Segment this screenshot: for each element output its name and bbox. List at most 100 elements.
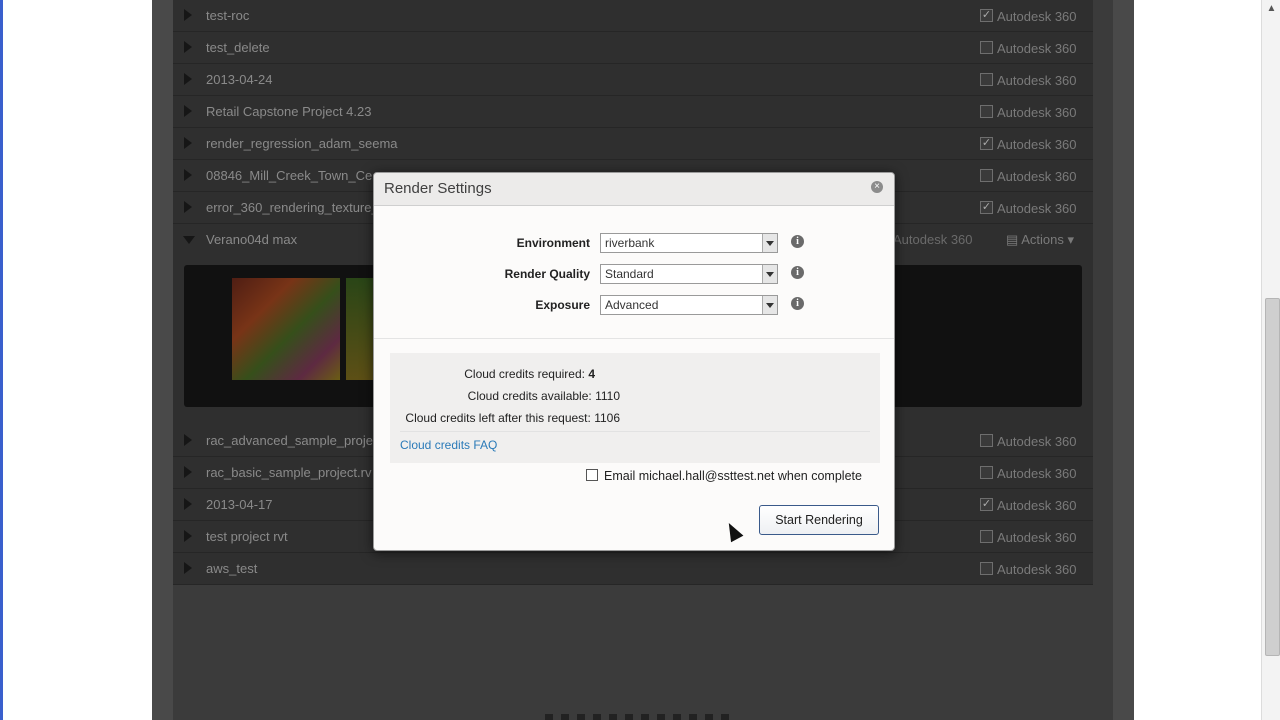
triangle-right-icon[interactable] — [184, 73, 192, 85]
pagination-dots[interactable] — [545, 714, 735, 720]
project-name: test project rvt — [206, 529, 288, 544]
triangle-right-icon[interactable] — [184, 201, 192, 213]
service-label: Autodesk 360 — [997, 562, 1077, 577]
render-thumbnail[interactable] — [232, 278, 340, 380]
project-row[interactable]: render_regression_adam_seema ✓ Autodesk … — [173, 128, 1093, 160]
project-row[interactable]: test-roc ✓ Autodesk 360 — [173, 0, 1093, 32]
credits-left-label: Cloud credits left after this request: — [405, 411, 591, 425]
credits-required-label: Cloud credits required: — [464, 367, 585, 381]
chevron-down-icon[interactable] — [762, 296, 777, 314]
checkbox[interactable] — [980, 169, 993, 182]
project-row[interactable]: 2013-04-24 Autodesk 360 — [173, 64, 1093, 96]
info-icon[interactable]: i — [791, 266, 804, 279]
render-quality-label: Render Quality — [504, 267, 590, 281]
project-name: Verano04d max — [206, 232, 298, 247]
service-label: Autodesk 360 — [997, 466, 1077, 481]
triangle-right-icon[interactable] — [184, 466, 192, 478]
project-name: test-roc — [206, 8, 250, 23]
info-icon[interactable]: i — [791, 297, 804, 310]
triangle-right-icon[interactable] — [184, 137, 192, 149]
credits-left: Cloud credits left after this request: 1… — [390, 411, 620, 425]
credits-required: Cloud credits required: 4 — [365, 367, 595, 381]
triangle-right-icon[interactable] — [184, 169, 192, 181]
checkbox[interactable]: ✓ — [980, 201, 993, 214]
start-rendering-button[interactable]: Start Rendering — [759, 505, 879, 535]
checkbox[interactable] — [980, 466, 993, 479]
triangle-right-icon[interactable] — [184, 498, 192, 510]
project-name: test_delete — [206, 40, 270, 55]
service-label: Autodesk 360 — [997, 434, 1077, 449]
page-scrollbar[interactable]: ▲ — [1261, 0, 1280, 720]
actions-menu[interactable]: ▤ Actions ▾ — [1006, 232, 1074, 248]
checkbox[interactable] — [980, 434, 993, 447]
exposure-select[interactable]: Advanced — [600, 295, 778, 315]
service-label: Autodesk 360 — [997, 105, 1077, 120]
service-label: Autodesk 360 — [997, 41, 1077, 56]
email-label: Email michael.hall@ssttest.net when comp… — [604, 469, 862, 483]
project-name: 2013-04-17 — [206, 497, 273, 512]
project-name: 08846_Mill_Creek_Town_Ce — [206, 168, 373, 183]
checkbox[interactable]: ✓ — [980, 137, 993, 150]
credits-left-value: 1106 — [594, 411, 620, 425]
triangle-right-icon[interactable] — [184, 9, 192, 21]
scroll-up-icon[interactable]: ▲ — [1264, 0, 1279, 17]
triangle-down-icon[interactable] — [183, 236, 195, 244]
service-label: Autodesk 360 — [997, 137, 1077, 152]
chevron-down-icon[interactable] — [762, 265, 777, 283]
window-border — [0, 0, 3, 720]
triangle-right-icon[interactable] — [184, 530, 192, 542]
triangle-right-icon[interactable] — [184, 105, 192, 117]
service-label: Autodesk 360 — [997, 530, 1077, 545]
credits-available-value: 1110 — [595, 389, 620, 403]
project-row[interactable]: aws_test Autodesk 360 — [173, 553, 1093, 585]
dialog-title: Render Settings — [384, 180, 492, 197]
exposure-value: Advanced — [605, 298, 659, 312]
cloud-credits-faq-link[interactable]: Cloud credits FAQ — [400, 438, 497, 452]
service-label: Autodesk 360 — [997, 9, 1077, 24]
render-settings-dialog: Render Settings × Environment riverbank … — [373, 172, 895, 551]
divider — [374, 338, 894, 339]
render-quality-value: Standard — [605, 267, 654, 281]
checkbox[interactable] — [980, 73, 993, 86]
project-name: Retail Capstone Project 4.23 — [206, 104, 372, 119]
project-name: 2013-04-24 — [206, 72, 273, 87]
environment-value: riverbank — [605, 236, 655, 250]
project-name: aws_test — [206, 561, 258, 576]
project-name: render_regression_adam_seema — [206, 136, 398, 151]
service-label: Autodesk 360 — [997, 73, 1077, 88]
email-checkbox[interactable] — [586, 469, 598, 481]
credits-panel: Cloud credits required: 4 Cloud credits … — [390, 353, 880, 463]
exposure-label: Exposure — [535, 298, 590, 312]
info-icon[interactable]: i — [791, 235, 804, 248]
service-label: Autodesk 360 — [997, 169, 1077, 184]
chevron-down-icon[interactable] — [762, 234, 777, 252]
render-thumbnail[interactable] — [346, 278, 374, 380]
checkbox[interactable]: ✓ — [980, 9, 993, 22]
gutter-right — [1113, 0, 1134, 720]
project-name: rac_basic_sample_project.rv — [206, 465, 372, 480]
credits-required-value: 4 — [588, 367, 595, 381]
project-name: rac_advanced_sample_projec — [206, 433, 380, 448]
checkbox[interactable] — [980, 41, 993, 54]
dialog-header: Render Settings × — [374, 173, 894, 206]
scrollbar-thumb[interactable] — [1265, 298, 1280, 656]
checkbox[interactable] — [980, 105, 993, 118]
project-row[interactable]: test_delete Autodesk 360 — [173, 32, 1093, 64]
service-label: Autodesk 360 — [997, 201, 1077, 216]
actions-label: Actions — [1021, 232, 1064, 247]
checkbox[interactable] — [980, 562, 993, 575]
divider — [400, 431, 870, 432]
triangle-right-icon[interactable] — [184, 562, 192, 574]
checkbox[interactable] — [980, 530, 993, 543]
triangle-right-icon[interactable] — [184, 41, 192, 53]
checkbox[interactable]: ✓ — [980, 498, 993, 511]
close-icon[interactable]: × — [871, 181, 883, 193]
render-quality-select[interactable]: Standard — [600, 264, 778, 284]
gutter-left — [152, 0, 173, 720]
service-label: Autodesk 360 — [893, 232, 973, 247]
project-row[interactable]: Retail Capstone Project 4.23 Autodesk 36… — [173, 96, 1093, 128]
environment-select[interactable]: riverbank — [600, 233, 778, 253]
email-option[interactable]: Email michael.hall@ssttest.net when comp… — [586, 469, 862, 483]
credits-available-label: Cloud credits available: — [467, 389, 592, 403]
triangle-right-icon[interactable] — [184, 434, 192, 446]
